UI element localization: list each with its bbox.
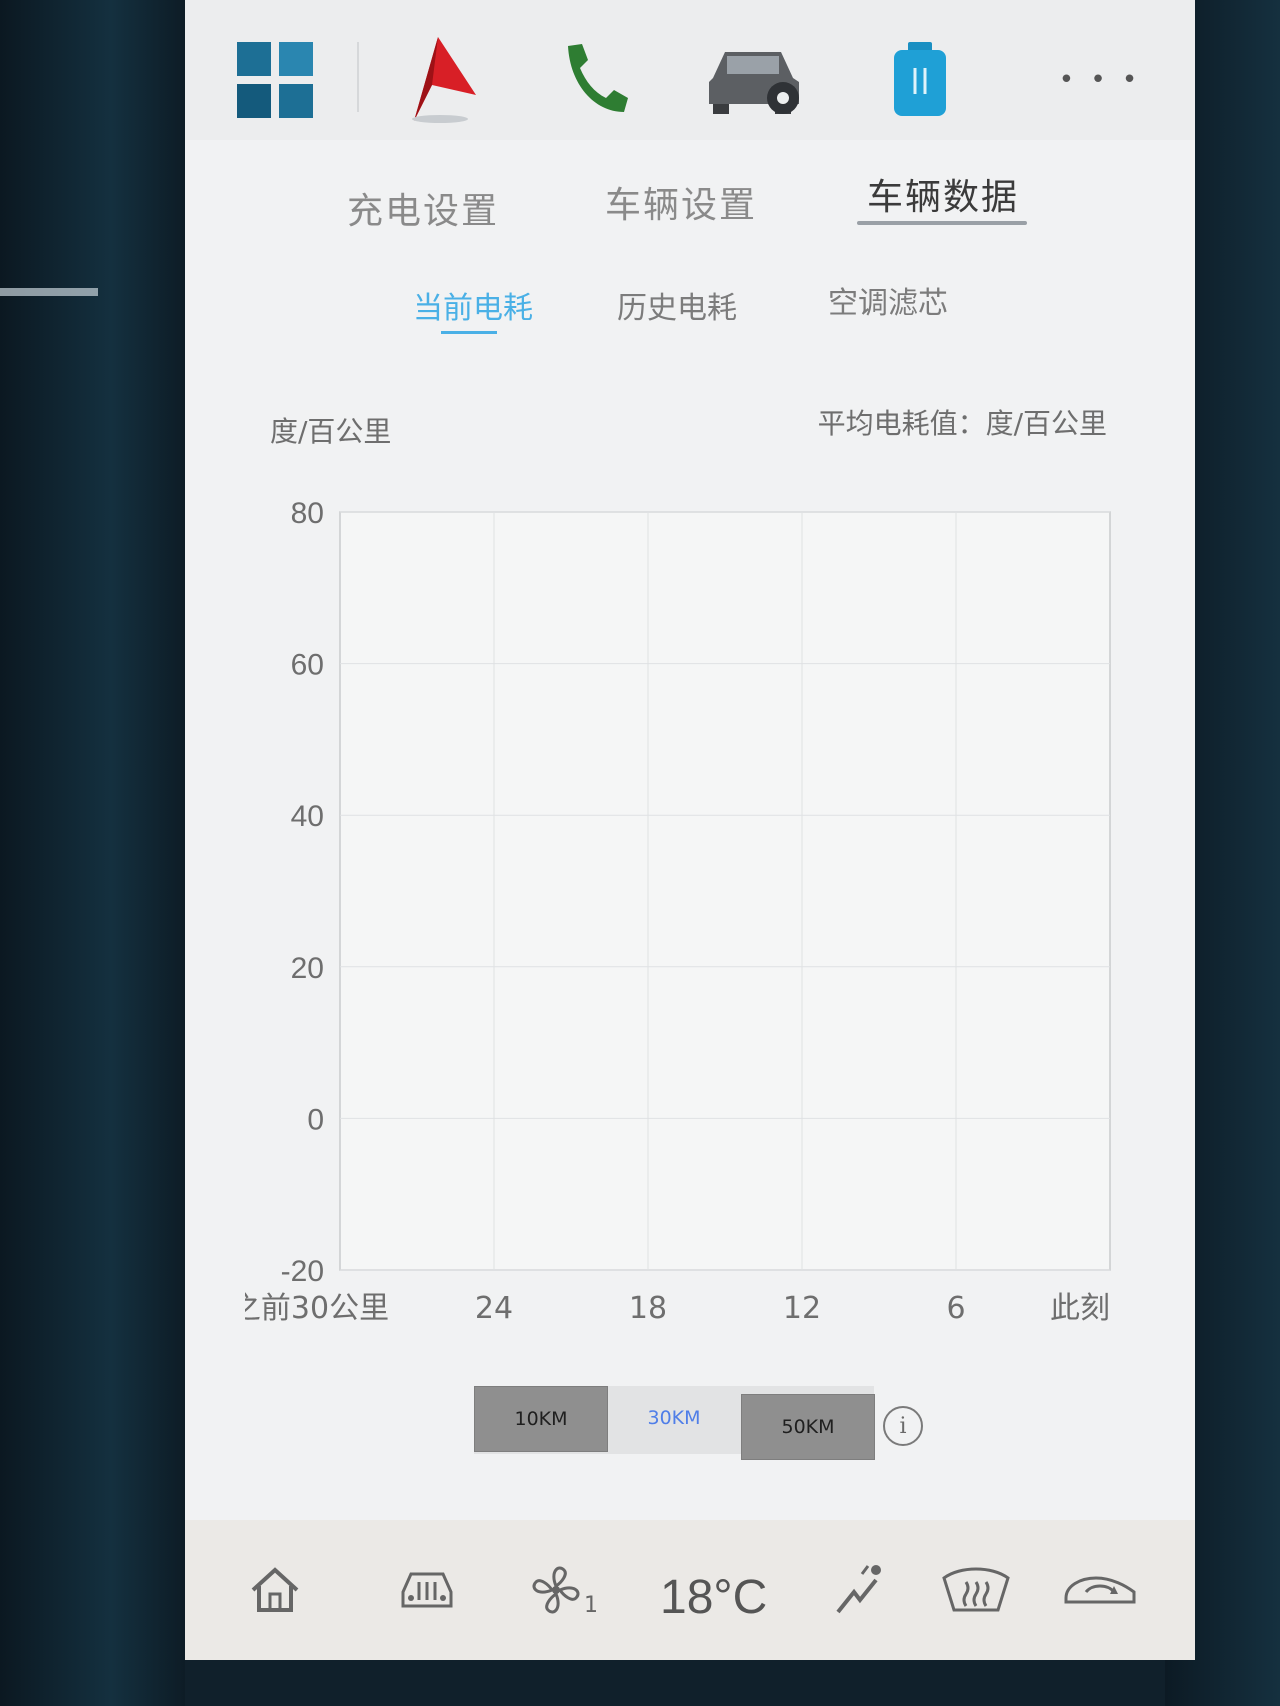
consumption-chart: 80 60 40 20 0 -20之前30公里 24 18 12 6 此刻: [245, 497, 1111, 1326]
subtab-indicator: [441, 331, 497, 334]
media-usb-icon[interactable]: [865, 30, 975, 130]
subtab-ac-filter[interactable]: 空调滤芯: [828, 278, 948, 322]
chart-plot-area: [339, 511, 1111, 1271]
range-50km-button[interactable]: 50KM: [741, 1394, 875, 1460]
subtab-history-consumption[interactable]: 历史电耗: [617, 283, 737, 327]
y-tick-label: 80: [291, 497, 324, 530]
y-tick-label: -20: [281, 1255, 324, 1288]
rear-defrost-icon[interactable]: [940, 1560, 1012, 1620]
y-tick-label: 60: [291, 649, 324, 682]
range-10km-button[interactable]: 10KM: [474, 1386, 608, 1452]
screen-bezel-left: [0, 0, 185, 1706]
vehicle-control-icon[interactable]: [397, 1560, 457, 1620]
recirculation-icon[interactable]: [1060, 1560, 1140, 1620]
average-consumption-label: 平均电耗值：度/百公里: [817, 407, 1107, 440]
infotainment-screen: • • • 充电设置 车辆设置 车辆数据 当前电耗 历史电耗 空调滤芯 度/百公…: [185, 0, 1195, 1660]
x-tick-label: 18: [629, 1291, 667, 1326]
x-tick-label: 24: [475, 1291, 513, 1326]
airflow-icon[interactable]: [830, 1560, 890, 1620]
range-30km-button[interactable]: 30KM: [608, 1386, 740, 1450]
phone-icon[interactable]: [540, 30, 650, 130]
x-tick-label: 6: [946, 1291, 965, 1326]
apps-grid-icon[interactable]: [220, 30, 330, 130]
bezel-reflection: [0, 288, 98, 296]
x-tick-label: 之前30公里: [245, 1291, 389, 1326]
chart-unit-label: 度/百公里: [270, 415, 392, 448]
home-icon[interactable]: [247, 1560, 303, 1620]
fan-icon[interactable]: 1: [523, 1560, 603, 1620]
x-tick-label: 12: [783, 1291, 821, 1326]
app-bar-divider: [357, 42, 359, 112]
app-bar: • • •: [185, 0, 1195, 140]
navigation-icon[interactable]: [385, 30, 495, 130]
main-tab-indicator: [857, 221, 1027, 225]
y-tick-label: 40: [291, 800, 324, 833]
y-tick-label: 20: [291, 952, 324, 985]
more-icon[interactable]: • • •: [1045, 30, 1155, 130]
fan-level: 1: [584, 1592, 598, 1618]
tab-vehicle-settings[interactable]: 车辆设置: [605, 176, 757, 228]
info-icon[interactable]: i: [883, 1406, 923, 1446]
y-tick-label: 0: [307, 1103, 324, 1136]
vehicle-settings-icon[interactable]: [700, 30, 810, 130]
x-tick-label: 此刻: [1050, 1291, 1110, 1326]
temperature-display[interactable]: 18°C: [660, 1570, 767, 1625]
tab-charging-settings[interactable]: 充电设置: [347, 182, 499, 234]
tab-vehicle-data[interactable]: 车辆数据: [867, 168, 1019, 220]
subtab-current-consumption[interactable]: 当前电耗: [413, 283, 533, 327]
